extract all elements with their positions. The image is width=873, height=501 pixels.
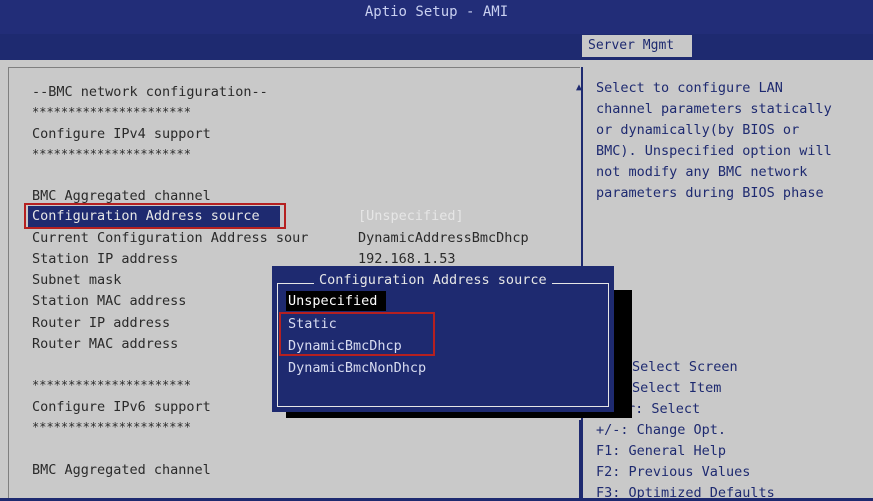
- separator: **********************: [32, 147, 191, 161]
- help-text-line: not modify any BMC network: [596, 164, 808, 180]
- key-hint: Select Item: [632, 380, 722, 396]
- setting-router-ip: Router IP address: [32, 315, 171, 331]
- scroll-up-arrow-icon[interactable]: ▲: [576, 82, 582, 93]
- separator: **********************: [32, 105, 191, 119]
- popup-title: Configuration Address source: [314, 272, 552, 288]
- separator: **********************: [32, 378, 191, 392]
- key-hint: r: Select: [627, 401, 701, 417]
- setting-current-config-address: Current Configuration Address sour: [32, 230, 309, 246]
- separator: **********************: [32, 420, 191, 434]
- key-hint: F1: General Help: [596, 443, 727, 459]
- setting-subnet-mask: Subnet mask: [32, 272, 122, 288]
- setting-station-ip: Station IP address: [32, 251, 179, 267]
- setting-station-mac: Station MAC address: [32, 293, 187, 309]
- setting-current-config-address-value: DynamicAddressBmcDhcp: [358, 230, 529, 246]
- key-hint: Select Screen: [632, 359, 738, 375]
- panel-divider-lower: [579, 420, 583, 498]
- annotation-highlight-box: [279, 312, 435, 356]
- help-text-line: channel parameters statically: [596, 101, 832, 117]
- help-text-line: Select to configure LAN: [596, 80, 783, 96]
- key-hint: F2: Previous Values: [596, 464, 751, 480]
- key-hint: F3: Optimized Defaults: [596, 485, 775, 501]
- help-text-line: parameters during BIOS phase: [596, 185, 824, 201]
- setting-station-ip-value: 192.168.1.53: [358, 251, 456, 267]
- setting-config-address-source-value[interactable]: [Unspecified]: [358, 208, 464, 224]
- option-dynamic-bmc-non-dhcp[interactable]: DynamicBmcNonDhcp: [288, 360, 426, 376]
- setting-router-mac: Router MAC address: [32, 336, 179, 352]
- help-text-line: BMC). Unspecified option will: [596, 143, 832, 159]
- setting-ipv6-support[interactable]: Configure IPv6 support: [32, 399, 211, 415]
- key-hint: +/-: Change Opt.: [596, 422, 727, 438]
- window-title: Aptio Setup - AMI: [364, 4, 509, 20]
- setting-ipv4-support[interactable]: Configure IPv4 support: [32, 126, 211, 142]
- option-unspecified[interactable]: Unspecified: [288, 293, 377, 309]
- title-bar: Aptio Setup - AMI: [0, 0, 873, 34]
- tab-server-mgmt[interactable]: Server Mgmt: [582, 35, 692, 57]
- setting-aggregated-channel-ipv6: BMC Aggregated channel: [32, 462, 211, 478]
- setting-config-address-source[interactable]: Configuration Address source: [32, 208, 260, 224]
- section-header: --BMC network configuration--: [32, 84, 268, 100]
- setting-aggregated-channel: BMC Aggregated channel: [32, 188, 211, 204]
- help-text-line: or dynamically(by BIOS or: [596, 122, 800, 138]
